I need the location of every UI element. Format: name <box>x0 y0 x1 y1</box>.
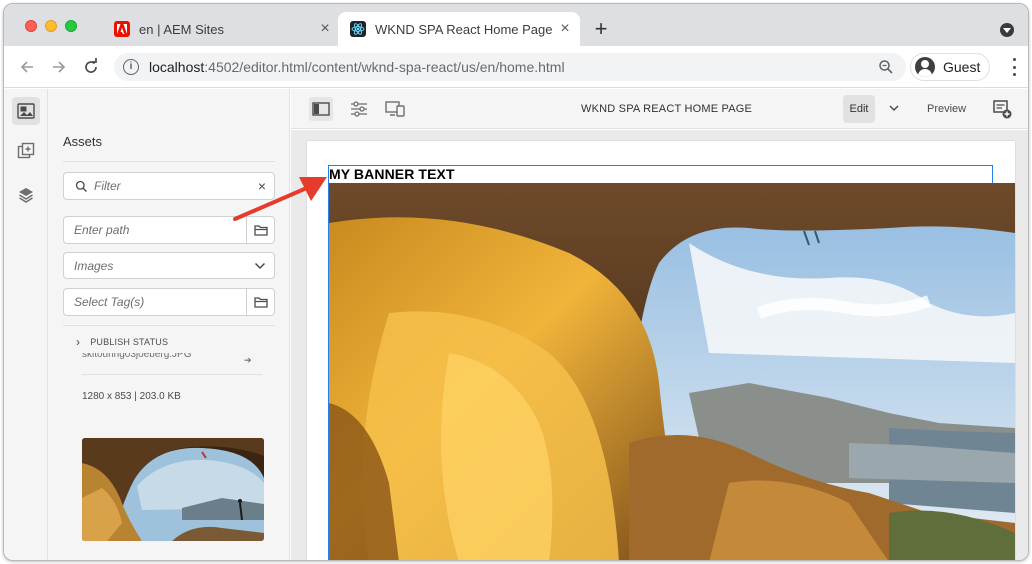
layers-icon[interactable] <box>12 181 40 209</box>
maximize-window-button[interactable] <box>65 20 77 32</box>
chevron-down-icon <box>246 253 274 279</box>
tab-title: WKND SPA React Home Page <box>375 21 553 37</box>
asset-type-value: Images <box>74 258 114 273</box>
tab-search-icon[interactable] <box>1000 23 1014 37</box>
publish-status-toggle[interactable]: › PUBLISH STATUS <box>76 335 168 349</box>
tab-aem-sites[interactable]: en | AEM Sites × <box>102 12 338 46</box>
page-properties-icon[interactable] <box>347 97 371 121</box>
asset-thumbnail[interactable] <box>82 438 264 541</box>
tab-title: en | AEM Sites <box>139 21 225 37</box>
search-icon <box>70 180 92 193</box>
page-title: WKND SPA REACT HOME PAGE <box>581 103 753 115</box>
chevron-right-icon: › <box>76 335 81 349</box>
panel-title: Assets <box>63 134 103 149</box>
asset-info: 1280 x 853 | 203.0 KB <box>82 391 181 402</box>
close-tab-icon[interactable]: × <box>316 20 334 38</box>
asset-action-icon: ➔ <box>244 355 252 365</box>
reload-icon[interactable] <box>78 54 104 80</box>
forward-icon[interactable] <box>46 54 72 80</box>
asset-type-select[interactable]: Images <box>63 252 275 279</box>
profile-button[interactable]: Guest <box>910 53 990 81</box>
page-content: MY BANNER TEXT <box>307 141 1015 560</box>
assets-finder-icon[interactable] <box>12 97 40 125</box>
new-tab-button[interactable]: + <box>590 18 612 41</box>
url-host: localhost <box>149 59 205 75</box>
chevron-down-icon[interactable] <box>887 101 901 115</box>
side-rail <box>4 89 48 560</box>
url-text: localhost:4502/editor.html/content/wknd-… <box>149 59 878 75</box>
filter-input[interactable]: Filter × <box>63 172 275 200</box>
edit-mode-button[interactable]: Edit <box>843 95 875 123</box>
publish-status-label: PUBLISH STATUS <box>90 337 169 347</box>
tags-placeholder: Select Tag(s) <box>74 295 145 309</box>
close-window-button[interactable] <box>25 20 37 32</box>
site-info-icon[interactable]: i <box>123 59 139 75</box>
annotations-icon[interactable] <box>991 98 1013 120</box>
folder-icon[interactable] <box>246 217 274 243</box>
preview-button[interactable]: Preview <box>927 103 966 115</box>
path-placeholder: Enter path <box>74 223 130 237</box>
clear-icon[interactable]: × <box>250 178 274 194</box>
editor-toolbar: WKND SPA REACT HOME PAGE Edit Preview <box>291 89 1028 129</box>
assets-panel: Assets Filter × Enter path Images Select… <box>48 89 290 560</box>
editor-canvas: MY BANNER TEXT <box>291 130 1028 560</box>
avatar <box>915 57 935 77</box>
minimize-window-button[interactable] <box>45 20 57 32</box>
react-icon <box>350 21 366 37</box>
tab-wknd-home[interactable]: WKND SPA React Home Page × <box>338 12 580 46</box>
browser-toolbar: i localhost:4502/editor.html/content/wkn… <box>4 46 1028 88</box>
banner-text[interactable]: MY BANNER TEXT <box>329 166 455 182</box>
tab-strip: en | AEM Sites × WKND SPA React Home Pag… <box>4 4 1028 46</box>
toggle-side-panel-icon[interactable] <box>309 97 333 121</box>
filter-placeholder: Filter <box>94 179 121 193</box>
profile-label: Guest <box>943 59 981 75</box>
back-icon[interactable] <box>14 54 40 80</box>
divider <box>63 161 275 162</box>
asset-name: skitouring03joeberg.JPG <box>82 353 192 360</box>
emulator-icon[interactable] <box>383 97 407 121</box>
browser-menu-icon[interactable] <box>1012 58 1016 76</box>
tags-input[interactable]: Select Tag(s) <box>63 288 275 316</box>
zoom-icon[interactable] <box>878 59 894 75</box>
browser-window: en | AEM Sites × WKND SPA React Home Pag… <box>3 3 1029 561</box>
address-bar[interactable]: i localhost:4502/editor.html/content/wkn… <box>114 53 906 81</box>
components-icon[interactable] <box>12 137 40 165</box>
url-path: :4502/editor.html/content/wknd-spa-react… <box>204 59 565 75</box>
folder-icon[interactable] <box>246 289 274 315</box>
adobe-icon <box>114 21 130 37</box>
close-tab-icon[interactable]: × <box>556 20 574 38</box>
divider <box>63 325 275 326</box>
banner-image[interactable] <box>329 183 1015 560</box>
path-input[interactable]: Enter path <box>63 216 275 244</box>
divider <box>82 374 262 375</box>
